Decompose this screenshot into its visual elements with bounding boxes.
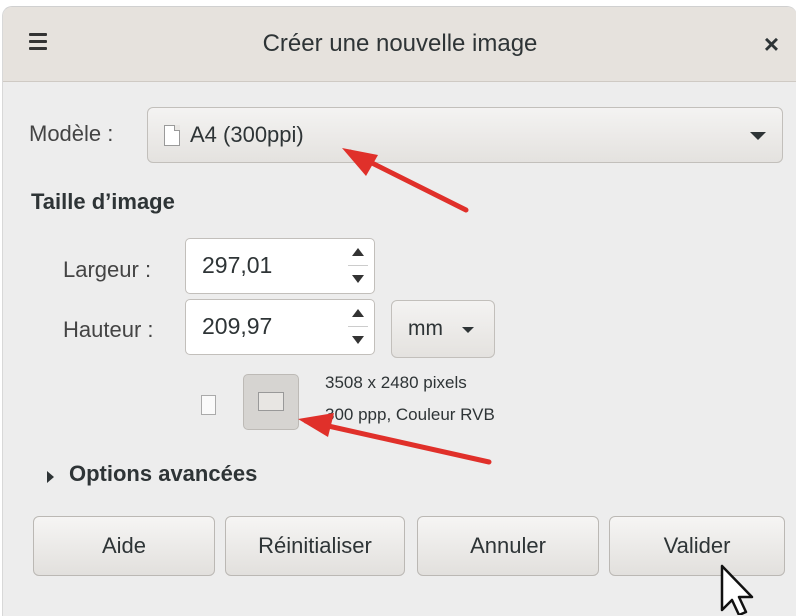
- annotation-arrow-landscape: [303, 418, 492, 465]
- arrowhead-template: [342, 148, 378, 176]
- annotation-arrows: [298, 148, 754, 615]
- mouse-cursor-icon: [720, 564, 754, 615]
- arrowhead-landscape: [298, 413, 334, 437]
